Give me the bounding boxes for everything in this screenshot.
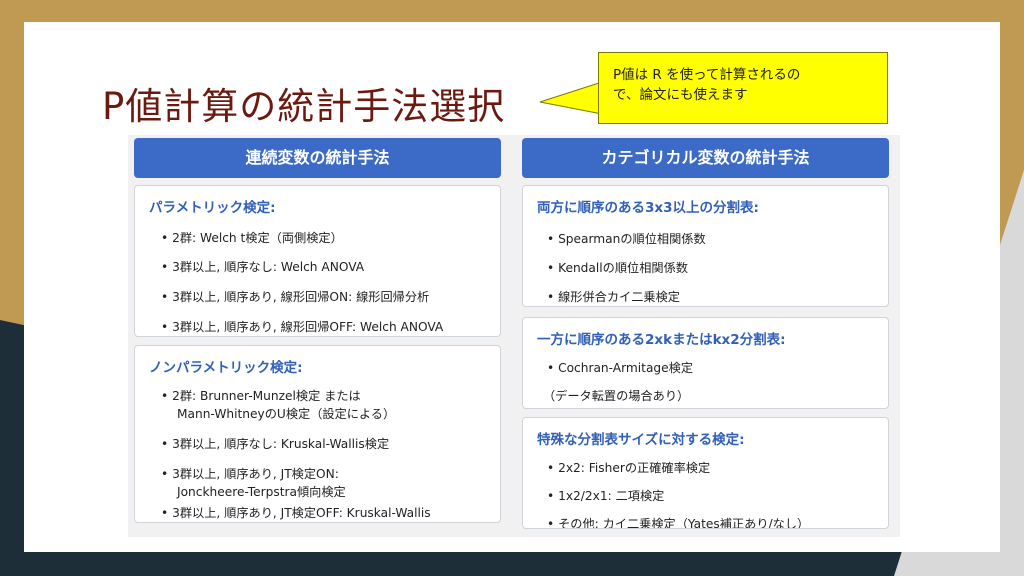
slide-title: P値計算の統計手法選択 — [102, 85, 506, 128]
list-item: • Kendallの順位相関係数 — [547, 261, 688, 275]
list-item: • 3群以上, 順序あり, 線形回帰ON: 線形回帰分析 — [161, 290, 430, 304]
card-title: 特殊な分割表サイズに対する検定: — [537, 432, 745, 448]
list-item: • 2x2: Fisherの正確確率検定 — [547, 461, 711, 475]
content-panel: 連続変数の統計手法 パラメトリック検定: • 2群: Welch t検定（両側検… — [128, 135, 900, 537]
list-item: • 2群: Welch t検定（両側検定） — [161, 231, 343, 245]
list-item: • 線形併合カイ二乗検定 — [547, 290, 680, 304]
card-title: 一方に順序のある2xkまたはkx2分割表: — [537, 332, 786, 348]
list-item: • 3群以上, 順序なし: Welch ANOVA — [161, 260, 365, 274]
right-column-header: カテゴリカル変数の統計手法 — [522, 138, 889, 178]
nonparametric-card: ノンパラメトリック検定: • 2群: Brunner-Munzel検定 または … — [134, 345, 501, 523]
callout-tail — [539, 81, 603, 115]
list-item: • 3群以上, 順序あり, JT検定ON: — [161, 467, 339, 481]
list-item: • 2群: Brunner-Munzel検定 または — [161, 389, 361, 403]
list-item: • 1x2/2x1: 二項検定 — [547, 489, 665, 503]
list-item: Mann-WhitneyのU検定（設定による） — [177, 407, 396, 421]
list-item: • 3群以上, 順序なし: Kruskal-Wallis検定 — [161, 437, 390, 451]
card-title: パラメトリック検定: — [149, 200, 276, 216]
callout-line-2: で、論文にも使えます — [613, 87, 748, 103]
list-item: Jonckheere-Terpstra傾向検定 — [177, 485, 346, 499]
list-item: • 3群以上, 順序あり, 線形回帰OFF: Welch ANOVA — [161, 320, 444, 334]
list-item: （データ転置の場合あり） — [543, 389, 690, 403]
parametric-card: パラメトリック検定: • 2群: Welch t検定（両側検定） • 3群以上,… — [134, 185, 501, 337]
list-item: • 3群以上, 順序あり, JT検定OFF: Kruskal-Wallis — [161, 506, 431, 520]
ordered-2xk-card: 一方に順序のある2xkまたはkx2分割表: • Cochran-Armitage… — [522, 317, 889, 409]
list-item: • その他: カイ二乗検定（Yates補正あり/なし） — [547, 517, 810, 529]
ordered-3x3-card: 両方に順序のある3x3以上の分割表: • Spearmanの順位相関係数 • K… — [522, 185, 889, 307]
card-title: 両方に順序のある3x3以上の分割表: — [537, 200, 759, 216]
list-item: • Spearmanの順位相関係数 — [547, 232, 706, 246]
special-table-card: 特殊な分割表サイズに対する検定: • 2x2: Fisherの正確確率検定 • … — [522, 417, 889, 529]
callout-box: P値は R を使って計算されるの で、論文にも使えます — [598, 52, 888, 124]
card-title: ノンパラメトリック検定: — [149, 360, 303, 376]
left-column-header: 連続変数の統計手法 — [134, 138, 501, 178]
callout-line-1: P値は R を使って計算されるの — [613, 67, 801, 83]
list-item: • Cochran-Armitage検定 — [547, 361, 694, 375]
